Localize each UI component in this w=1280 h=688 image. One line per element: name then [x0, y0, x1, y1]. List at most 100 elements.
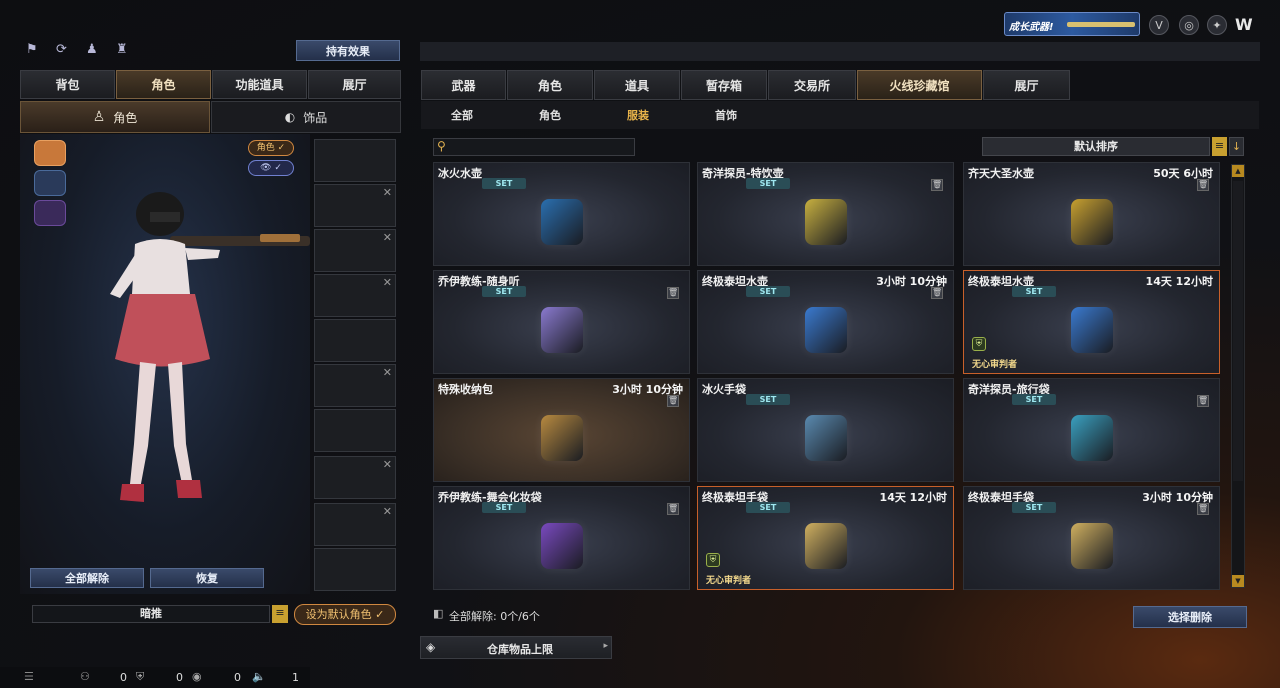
tab-temp-box[interactable]: 暂存箱 [681, 70, 767, 100]
scroll-up-icon[interactable]: ▲ [1232, 165, 1244, 177]
tab-role[interactable]: 角色 [507, 70, 593, 100]
item-card[interactable]: 冰火水壶 SET [433, 162, 690, 266]
item-image [540, 415, 583, 462]
item-card[interactable]: 齐天大圣水壶 50天 6小时 🗑 [963, 162, 1220, 266]
set-badge: SET [1012, 502, 1056, 513]
remove-icon[interactable]: ✕ [383, 186, 392, 199]
item-image [540, 523, 583, 570]
person-icon[interactable]: ♟ [86, 42, 104, 60]
character-name-field[interactable]: 暗推 [32, 605, 270, 623]
delete-icon[interactable]: 🗑 [1197, 503, 1209, 515]
pose-icon-3[interactable] [34, 200, 66, 226]
equip-slot[interactable] [314, 319, 396, 362]
list-menu-icon[interactable]: ≡ [272, 605, 288, 623]
subtab-costume[interactable]: 服装 [608, 104, 668, 126]
equip-slot[interactable]: ✕ [314, 184, 396, 227]
team-icon[interactable]: ⚑ [26, 42, 44, 60]
bookmark-icon: ◧ [433, 607, 444, 620]
search-input[interactable] [452, 140, 630, 154]
scroll-thumb[interactable] [1233, 181, 1243, 481]
tab-items[interactable]: 道具 [594, 70, 680, 100]
tab-showroom-right[interactable]: 展厅 [983, 70, 1070, 100]
item-image [804, 307, 847, 354]
item-card[interactable]: 终极泰坦手袋 14天 12小时 SET ⛨ 无心审判者 [697, 486, 954, 590]
tab-character[interactable]: 角色 [116, 70, 211, 99]
remove-icon[interactable]: ✕ [383, 231, 392, 244]
delete-icon[interactable]: 🗑 [667, 287, 679, 299]
subtab-jewelry[interactable]: 首饰 [696, 104, 756, 126]
select-remove-button[interactable]: 选择删除 [1133, 606, 1247, 628]
delete-icon[interactable]: 🗑 [1197, 395, 1209, 407]
equip-slot[interactable] [314, 548, 396, 591]
hold-effect-button[interactable]: 持有效果 [296, 40, 400, 61]
growth-weapon-label: 成长武器! [1009, 22, 1054, 33]
item-card[interactable]: 终极泰坦水壶 14天 12小时 SET ⛨ 无心审判者 [963, 270, 1220, 374]
warehouse-limit-bar[interactable]: ◈ 仓库物品上限 ▸ [420, 636, 612, 659]
menu-icon[interactable]: ☰ [24, 670, 34, 683]
item-card[interactable]: 奇洋探员-旅行袋 SET 🗑 [963, 378, 1220, 482]
sort-order-icon[interactable]: ↓ [1229, 137, 1244, 156]
players-icon: ⚇ [80, 670, 90, 683]
remove-icon[interactable]: ✕ [383, 458, 392, 471]
equip-slot[interactable]: ✕ [314, 274, 396, 317]
delete-icon[interactable]: 🗑 [667, 503, 679, 515]
globe-icon[interactable]: ◎ [1179, 15, 1199, 35]
subtab-character[interactable]: ♙ 角色 [20, 101, 210, 133]
shield-v-icon[interactable]: V [1149, 15, 1169, 35]
pose-icon-1[interactable] [34, 140, 66, 166]
set-default-character-button[interactable]: 设为默认角色 ✓ [294, 604, 396, 625]
scrollbar[interactable]: ▲ ▼ [1231, 164, 1245, 588]
equip-slot[interactable]: ✕ [314, 503, 396, 546]
item-card[interactable]: 终极泰坦手袋 3小时 10分钟 SET 🗑 [963, 486, 1220, 590]
rifle-icon [1067, 22, 1135, 27]
scroll-down-icon[interactable]: ▼ [1232, 575, 1244, 587]
subtab-role[interactable]: 角色 [520, 104, 580, 126]
tab-function-items[interactable]: 功能道具 [212, 70, 307, 99]
bag-icon[interactable]: ♜ [116, 42, 134, 60]
item-card[interactable]: 冰火手袋 SET [697, 378, 954, 482]
search-box[interactable]: ⚲ [433, 138, 635, 156]
tab-exchange[interactable]: 交易所 [768, 70, 856, 100]
delete-icon[interactable]: 🗑 [1197, 179, 1209, 191]
set-badge: SET [746, 286, 790, 297]
eye-toggle-badge[interactable]: 👁 ✓ [248, 160, 294, 176]
delete-icon[interactable]: 🗑 [931, 179, 943, 191]
remove-icon[interactable]: ✕ [383, 366, 392, 379]
remove-icon[interactable]: ✕ [383, 276, 392, 289]
item-card[interactable]: 特殊收纳包 3小时 10分钟 🗑 [433, 378, 690, 482]
growth-weapon-banner[interactable]: 成长武器! [1004, 12, 1140, 36]
equip-slot[interactable] [314, 139, 396, 182]
tab-backpack[interactable]: 背包 [20, 70, 115, 99]
remove-all-button[interactable]: 全部解除 [30, 568, 144, 588]
tab-weapon[interactable]: 武器 [421, 70, 506, 100]
subtab-ornament[interactable]: ◐ 饰品 [211, 101, 401, 133]
item-card[interactable]: 乔伊教练-随身听 SET 🗑 [433, 270, 690, 374]
equip-slot[interactable]: ✕ [314, 229, 396, 272]
sort-dropdown[interactable]: 默认排序 [982, 137, 1210, 156]
delete-icon[interactable]: 🗑 [667, 395, 679, 407]
remove-icon[interactable]: ✕ [383, 505, 392, 518]
tab-showroom[interactable]: 展厅 [308, 70, 401, 99]
rotate-icon[interactable]: ⟳ [56, 42, 74, 60]
item-card[interactable]: 终极泰坦水壶 3小时 10分钟 SET 🗑 [697, 270, 954, 374]
item-card[interactable]: 奇洋探员-特饮壶 SET 🗑 [697, 162, 954, 266]
status-count-a: 0 [120, 671, 127, 684]
delete-icon[interactable]: 🗑 [931, 287, 943, 299]
item-image [540, 199, 583, 246]
set-badge: SET [482, 178, 526, 189]
pose-icon-2[interactable] [34, 170, 66, 196]
role-toggle-badge[interactable]: 角色 ✓ [248, 140, 294, 156]
character-preview[interactable]: 角色 ✓ 👁 ✓ [20, 134, 310, 594]
equip-slot[interactable]: ✕ [314, 364, 396, 407]
sort-list-icon[interactable]: ≡ [1212, 137, 1227, 156]
item-card[interactable]: 乔伊教练-舞会化妆袋 SET 🗑 [433, 486, 690, 590]
equip-slot[interactable] [314, 409, 396, 452]
item-image [1070, 307, 1113, 354]
equip-slot[interactable]: ✕ [314, 456, 396, 499]
item-name: 冰火手袋 [702, 383, 746, 396]
restore-button[interactable]: 恢复 [150, 568, 264, 588]
subtab-all[interactable]: 全部 [432, 104, 492, 126]
wing-icon[interactable]: ✦ [1207, 15, 1227, 35]
tab-collection[interactable]: 火线珍藏馆 [857, 70, 982, 100]
w-logo-icon[interactable]: W [1235, 15, 1257, 35]
